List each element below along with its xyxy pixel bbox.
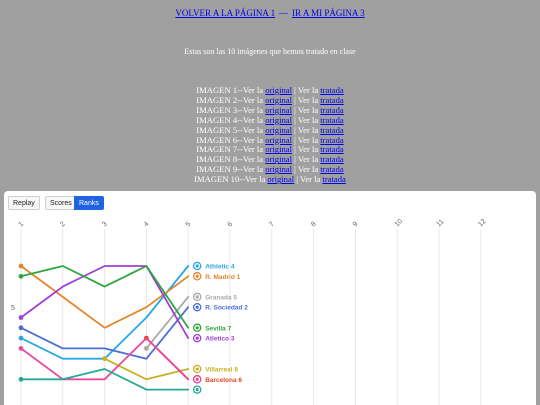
x-tick-label: 3 [101,221,109,229]
series-start-point [18,273,24,279]
original-image-link[interactable]: original [265,164,292,174]
image-label: IMAGEN 1--Ver la [196,85,266,95]
team-crest-dot [195,336,199,340]
x-tick-label: 4 [143,221,151,229]
series-label: Sevilla 7 [205,325,231,332]
x-tick-label: 12 [477,218,488,229]
image-label: IMAGEN 5--Ver la [196,124,266,135]
series-start-point [18,325,24,331]
treated-image-link[interactable]: tratada [320,154,343,164]
image-label: IMAGEN 2--Ver la [196,94,266,105]
x-tick-label: 1 [17,221,25,229]
page-navigation: VOLVER A LA PÁGINA 1 — IR A MI PÁGINA 3 [0,8,540,18]
original-image-link[interactable]: original [265,85,292,95]
original-image-link[interactable]: original [265,154,292,164]
team-crest-dot [195,274,199,278]
series-label: Athletic 4 [205,264,235,271]
x-tick-label: 8 [310,221,318,229]
treated-image-link[interactable]: tratada [320,105,343,115]
x-tick-label: 2 [59,221,67,229]
original-image-link[interactable]: original [267,174,294,184]
series-start-point [18,263,24,269]
original-image-link[interactable]: original [265,115,292,125]
treated-image-link[interactable]: tratada [322,174,345,184]
image-label: IMAGEN 7--Ver la [196,144,266,155]
series-end-marker [192,385,202,394]
team-crest-dot [195,388,199,392]
x-tick-label: 10 [394,218,405,229]
series-end-marker [192,333,202,343]
treated-image-link[interactable]: tratada [320,164,343,174]
team-crest-dot [195,295,199,299]
team-crest-dot [195,305,199,309]
original-image-link[interactable]: original [265,105,292,115]
series-start-point [144,346,149,351]
image-list: IMAGEN 1--Ver la original | Ver la trata… [0,85,540,185]
treated-image-link[interactable]: tratada [320,85,343,95]
treated-image-link[interactable]: tratada [320,125,343,135]
series-end-marker [192,375,202,384]
original-image-link[interactable]: original [265,125,292,135]
series-end-marker [192,292,202,302]
treated-image-link[interactable]: tratada [320,95,343,105]
series-end-marker [192,272,202,281]
series-start-point [18,315,24,320]
series-start-point [102,356,107,362]
image-separator: | Ver la [292,85,321,95]
image-label: IMAGEN 8--Ver la [196,154,266,165]
treated-image-link[interactable]: tratada [320,144,343,154]
series-start-point [18,335,24,341]
x-tick-label: 6 [226,221,234,229]
image-separator: | Ver la [292,94,321,105]
intro-text: Estas son las 10 imágenes que hemos trat… [184,47,356,56]
back-to-page-1-link[interactable]: VOLVER A LA PÁGINA 1 [175,8,275,18]
y-tick-label: 5 [11,305,15,312]
bump-chart-widget: Replay Scores Ranks 1 2 3 4 5 6 7 8 9 10 11 12 5 Athl… [4,191,536,405]
image-label: IMAGEN 10--Ver la [194,174,268,185]
series-line [145,296,190,350]
original-image-link[interactable]: original [265,135,292,145]
image-separator: | Ver la [292,124,321,135]
series-end-marker [192,323,202,333]
series-start-point [18,346,24,351]
image-list-item: IMAGEN 10--Ver la original | Ver la trat… [0,174,540,185]
original-image-link[interactable]: original [265,144,292,154]
image-separator: | Ver la [292,134,321,145]
image-separator: | Ver la [294,174,323,185]
image-separator: | Ver la [292,144,321,155]
image-separator: | Ver la [292,114,321,125]
team-crest-dot [195,367,199,371]
treated-image-link[interactable]: tratada [320,135,343,145]
x-tick-label: 11 [435,218,445,228]
nav-separator: — [279,8,289,18]
image-separator: | Ver la [292,154,321,165]
series-label: Granada 5 [205,294,237,301]
series-label: R. Madrid 1 [205,274,240,281]
team-crest-dot [195,377,199,381]
series-label: Barcelona 6 [205,377,242,384]
image-label: IMAGEN 4--Ver la [196,114,266,125]
series-label: Villarreal 8 [205,367,238,374]
series-end-marker [192,364,202,374]
series-end-marker [192,261,202,271]
original-image-link[interactable]: original [265,95,292,105]
team-crest-dot [195,326,199,330]
image-separator: | Ver la [292,104,321,115]
x-tick-label: 9 [352,221,360,229]
x-tick-label: 5 [185,221,193,229]
x-tick-label: 7 [268,221,276,229]
team-crest-dot [195,264,199,268]
image-label: IMAGEN 9--Ver la [196,164,266,175]
treated-image-link[interactable]: tratada [320,115,343,125]
series-label: R. Sociedad 2 [205,305,248,312]
rank-chart: 1 2 3 4 5 6 7 8 9 10 11 125Athletic 4R. Madrid 1Gra… [11,218,488,405]
image-separator: | Ver la [292,164,321,175]
series-start-point [18,376,24,382]
image-label: IMAGEN 3--Ver la [196,104,266,115]
image-label: IMAGEN 6--Ver la [196,134,266,145]
go-to-page-3-link[interactable]: IR A MI PÁGINA 3 [292,8,365,18]
series-end-marker [192,302,202,312]
series-label: Atletico 3 [205,336,235,343]
